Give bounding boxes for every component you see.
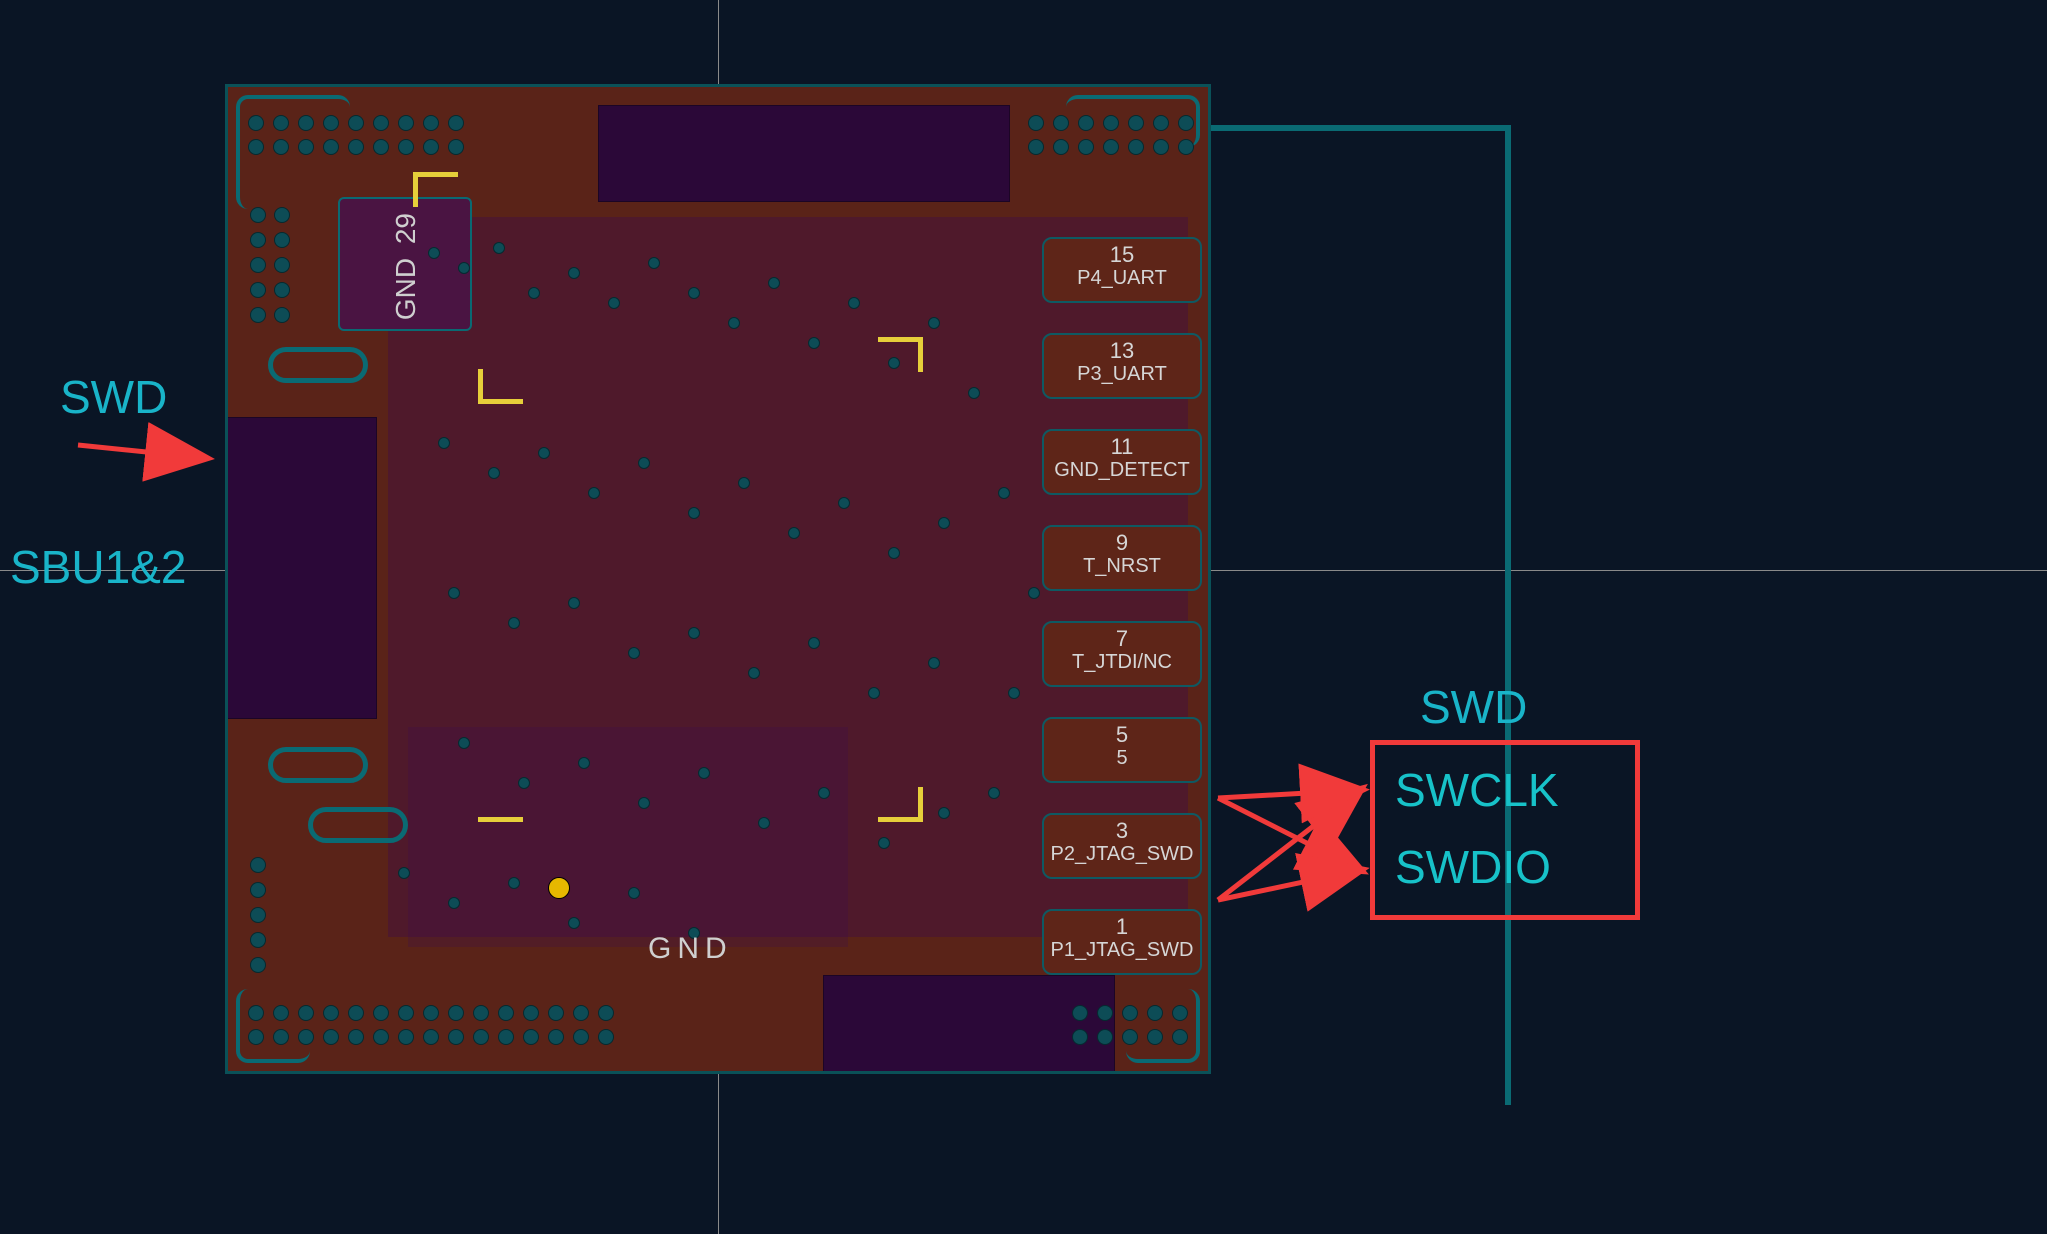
- slot-3: [308, 807, 408, 843]
- gnd-bottom-label: GND: [648, 932, 733, 966]
- edge-pad-7[interactable]: 7T_JTDI/NC: [1042, 621, 1202, 687]
- silk-3: [878, 337, 923, 342]
- cutout-top: [598, 105, 1010, 202]
- gnd29-t2: 29: [390, 213, 421, 244]
- arrow-swd-left: [78, 445, 205, 458]
- edge-pad-num: 11: [1044, 435, 1200, 459]
- via-row-bot-right: [1072, 1029, 1188, 1045]
- pcb-canvas: GND 29: [0, 0, 2047, 1234]
- cutout-bottom: [823, 975, 1115, 1073]
- via-row-bot-left: [248, 1029, 614, 1045]
- edge-pad-11[interactable]: 11GND_DETECT: [1042, 429, 1202, 495]
- edge-pad-label: GND_DETECT: [1044, 459, 1200, 481]
- pcb-board[interactable]: GND 29: [225, 84, 1211, 1074]
- edge-pad-label: P4_UART: [1044, 267, 1200, 289]
- arrow-straight-1: [1218, 790, 1360, 798]
- via-row-top-right-2: [1028, 139, 1194, 155]
- edge-pad-num: 9: [1044, 531, 1200, 555]
- via-row-bot-left-2: [248, 1005, 614, 1021]
- frame-br: [1126, 989, 1200, 1063]
- edge-pad-num: 5: [1044, 723, 1200, 747]
- edge-pad-label: T_NRST: [1044, 555, 1200, 577]
- silk-1: [413, 172, 458, 177]
- via-row-top-right: [1028, 115, 1194, 131]
- outline-ext-h: [1211, 125, 1511, 131]
- edge-pad-label: 5: [1044, 747, 1200, 769]
- silk-7: [878, 817, 923, 822]
- edge-pad-num: 3: [1044, 819, 1200, 843]
- edge-pad-num: 1: [1044, 915, 1200, 939]
- anno-swd-left: SWD: [60, 370, 167, 424]
- slot-1: [268, 347, 368, 383]
- edge-pad-num: 7: [1044, 627, 1200, 651]
- edge-pad-label: T_JTDI/NC: [1044, 651, 1200, 673]
- arrow-cross-1: [1218, 798, 1360, 870]
- edge-pad-9[interactable]: 9T_NRST: [1042, 525, 1202, 591]
- via-row-top-left-2: [248, 139, 464, 155]
- edge-pad-3[interactable]: 3P2_JTAG_SWD: [1042, 813, 1202, 879]
- cutout-left-usb: [225, 417, 377, 719]
- outline-ext-v: [1505, 125, 1511, 1105]
- silk-5: [478, 399, 523, 404]
- silk-2: [413, 172, 418, 207]
- anno-swclk: SWCLK: [1395, 763, 1559, 817]
- arrow-cross-2: [1218, 790, 1360, 900]
- edge-pad-num: 13: [1044, 339, 1200, 363]
- anno-swd-right: SWD: [1420, 680, 1527, 734]
- edge-pad-num: 15: [1044, 243, 1200, 267]
- edge-pad-label: P3_UART: [1044, 363, 1200, 385]
- edge-pad-13[interactable]: 13P3_UART: [1042, 333, 1202, 399]
- via-row-top-left: [248, 115, 464, 131]
- fiducial-1: [548, 877, 570, 899]
- arrow-straight-2: [1218, 870, 1360, 900]
- anno-swdio: SWDIO: [1395, 840, 1551, 894]
- anno-box-swd: SWCLK SWDIO: [1370, 740, 1640, 920]
- pour-2: [408, 727, 848, 947]
- gnd29-text: GND 29: [390, 213, 422, 320]
- via-col-left-b: [250, 857, 266, 973]
- silk-6: [478, 369, 483, 404]
- via-row-bot-right-2: [1072, 1005, 1188, 1021]
- silk-9: [478, 817, 523, 822]
- frame-bl: [236, 989, 310, 1063]
- edge-pad-label: P1_JTAG_SWD: [1044, 939, 1200, 961]
- edge-pad-1[interactable]: 1P1_JTAG_SWD: [1042, 909, 1202, 975]
- via-col-left-2: [274, 207, 290, 323]
- gnd29-t1: GND: [390, 258, 421, 320]
- silk-8: [918, 787, 923, 822]
- silk-4: [918, 337, 923, 372]
- edge-pad-label: P2_JTAG_SWD: [1044, 843, 1200, 865]
- edge-pad-15[interactable]: 15P4_UART: [1042, 237, 1202, 303]
- slot-2: [268, 747, 368, 783]
- anno-sbu: SBU1&2: [10, 540, 186, 594]
- via-col-left: [250, 207, 266, 323]
- gnd29-chip: GND 29: [338, 197, 472, 331]
- edge-pad-5[interactable]: 55: [1042, 717, 1202, 783]
